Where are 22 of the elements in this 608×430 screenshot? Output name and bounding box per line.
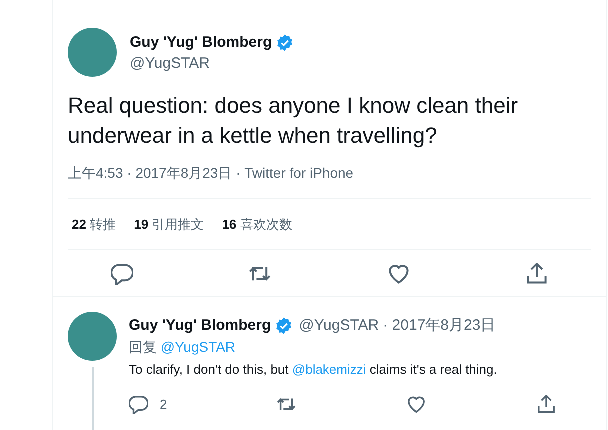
author-name[interactable]: Guy 'Yug' Blomberg	[130, 34, 272, 51]
tweet-meta: 上午4:53 · 2017年8月23日 · Twitter for iPhone	[67, 164, 355, 183]
reply-icon[interactable]	[111, 263, 134, 285]
heart-icon[interactable]	[407, 395, 426, 414]
reply-text: To clarify, I don't do this, but @blakemizzi claims it's a real thing.	[129, 362, 498, 377]
stat-link[interactable]: 19 引用推文	[134, 216, 204, 234]
heart-icon[interactable]	[388, 263, 410, 285]
stat-link[interactable]: 16 喜欢次数	[222, 216, 292, 234]
reply-icon[interactable]	[129, 395, 148, 414]
avatar-circle[interactable]	[68, 312, 117, 361]
thread-line	[92, 367, 94, 430]
stat-link[interactable]: 22 转推	[72, 216, 116, 234]
reply-count: 2	[160, 397, 168, 412]
tweet-text: Real question: does anyone I know clean their underwear in a kettle when travelling?	[67, 92, 520, 150]
author-handle[interactable]: @YugSTAR	[299, 317, 380, 334]
share-icon[interactable]	[526, 263, 548, 285]
share-icon[interactable]	[537, 395, 556, 414]
replying-to-text: 回复 @YugSTAR	[129, 339, 237, 357]
tweet-date[interactable]: · 2017年8月23日	[383, 316, 496, 335]
avatar-circle[interactable]	[68, 28, 117, 77]
author-handle[interactable]: @YugSTAR	[130, 54, 294, 72]
author-name[interactable]: Guy 'Yug' Blomberg	[129, 317, 272, 334]
